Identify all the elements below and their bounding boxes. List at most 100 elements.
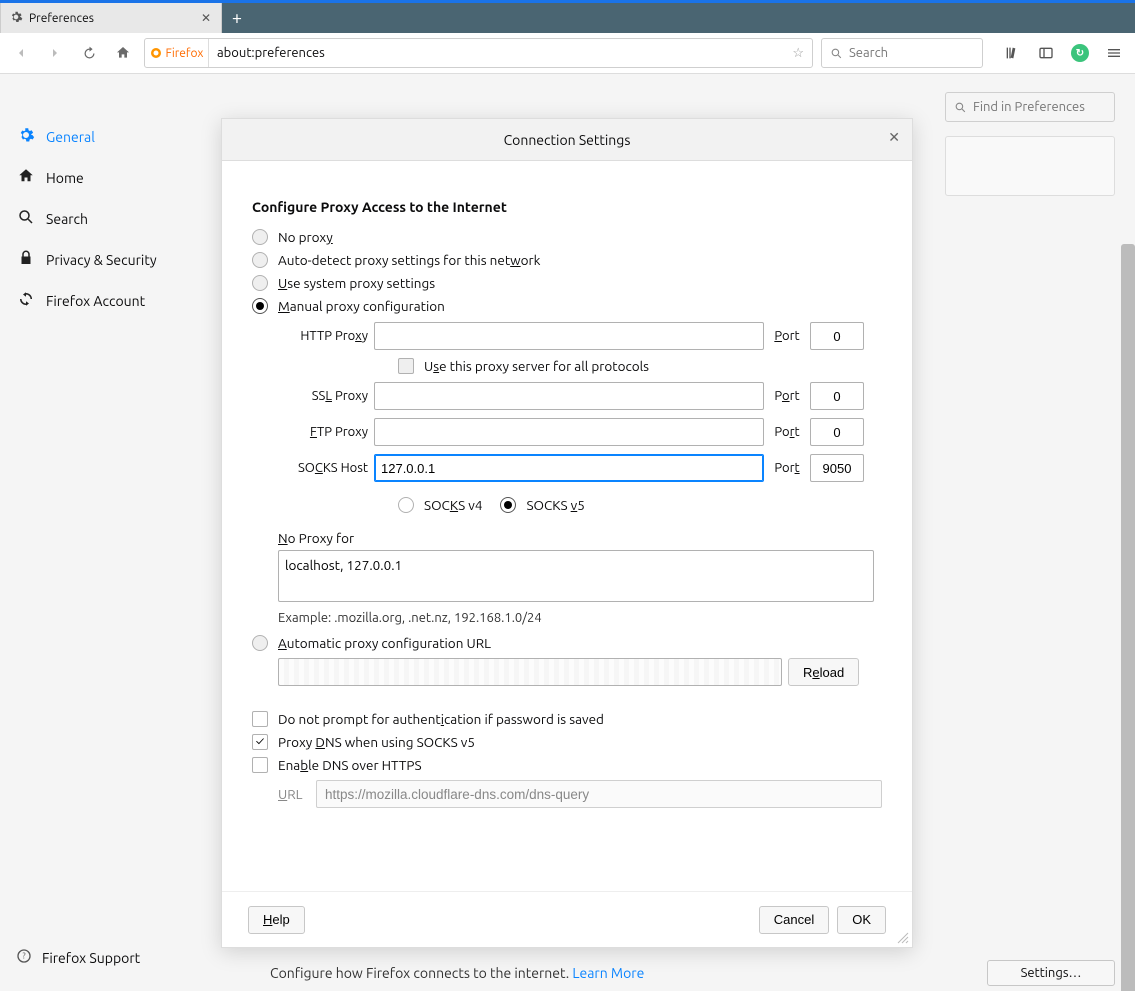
ftp-port-input[interactable] xyxy=(810,418,864,446)
ssl-port-input[interactable] xyxy=(810,382,864,410)
url-bar[interactable]: Firefox about:preferences ☆ xyxy=(144,38,813,68)
identity-label: Firefox xyxy=(166,47,204,60)
new-tab-button[interactable]: + xyxy=(222,8,252,28)
close-tab-icon[interactable]: ✕ xyxy=(199,9,213,27)
port-label: Port xyxy=(770,329,804,343)
doh-url-label: URL xyxy=(278,786,306,802)
reload-button[interactable] xyxy=(76,40,102,66)
radio-label: SOCKS v5 xyxy=(526,497,584,513)
dialog-heading: Configure Proxy Access to the Internet xyxy=(252,199,882,215)
network-config-text: Configure how Firefox connects to the in… xyxy=(270,965,644,981)
socks-host-label: SOCKS Host xyxy=(278,461,368,475)
identity-badge: Firefox xyxy=(145,39,209,67)
sidebar-label: Home xyxy=(46,170,84,186)
home-button[interactable] xyxy=(110,40,136,66)
home-icon xyxy=(16,167,36,188)
proxydns-checkbox[interactable] xyxy=(252,734,268,750)
gear-icon xyxy=(9,10,23,27)
nav-bar: Firefox about:preferences ☆ Search ↻ xyxy=(0,33,1135,74)
radio-socks-v5[interactable] xyxy=(500,497,516,513)
check-label: Enable DNS over HTTPS xyxy=(278,757,422,773)
svg-text:?: ? xyxy=(22,952,25,961)
settings-button[interactable]: Settings… xyxy=(987,960,1115,986)
doh-url-input[interactable] xyxy=(316,780,882,808)
port-label: Port xyxy=(770,389,804,403)
use-all-label: Use this proxy server for all protocols xyxy=(424,358,649,374)
background-card xyxy=(945,136,1115,196)
back-button[interactable] xyxy=(8,40,34,66)
search-placeholder: Search xyxy=(849,46,888,60)
dialog-header: Connection Settings ✕ xyxy=(222,119,912,161)
connection-settings-dialog: Connection Settings ✕ Configure Proxy Ac… xyxy=(221,118,913,948)
radio-system[interactable] xyxy=(252,275,268,291)
radio-label: Automatic proxy configuration URL xyxy=(278,635,491,651)
enabledoh-checkbox[interactable] xyxy=(252,757,268,773)
ftp-host-input[interactable] xyxy=(374,418,764,446)
check-label: Do not prompt for authentication if pass… xyxy=(278,711,604,727)
radio-label: No proxy xyxy=(278,229,333,245)
tab-bar: Preferences ✕ + xyxy=(0,0,1135,33)
url-text: about:preferences xyxy=(209,46,784,60)
http-host-input[interactable] xyxy=(374,322,764,350)
radio-label: Manual proxy configuration xyxy=(278,298,445,314)
pac-url-input[interactable] xyxy=(278,658,782,686)
help-button[interactable]: Help xyxy=(248,906,305,934)
radio-label: Use system proxy settings xyxy=(278,275,435,291)
find-in-preferences[interactable]: Find in Preferences xyxy=(945,92,1115,122)
reload-button[interactable]: Reload xyxy=(788,658,859,686)
forward-button[interactable] xyxy=(42,40,68,66)
sync-icon xyxy=(16,290,36,311)
tab-title: Preferences xyxy=(29,12,94,25)
dialog-footer: Help Cancel OK xyxy=(222,891,912,947)
no-proxy-label: No Proxy for xyxy=(278,530,882,546)
sidebar-label: Privacy & Security xyxy=(46,252,157,268)
http-port-input[interactable] xyxy=(810,322,864,350)
ssl-host-input[interactable] xyxy=(374,382,764,410)
http-proxy-label: HTTP Proxy xyxy=(278,329,368,343)
ssl-proxy-label: SSL Proxy xyxy=(278,389,368,403)
find-placeholder: Find in Preferences xyxy=(973,100,1085,114)
sidebar-label: General xyxy=(46,129,95,145)
scrollbar[interactable] xyxy=(1121,244,1135,991)
sidebar-item-home[interactable]: Home xyxy=(0,157,222,198)
sidebar-label: Search xyxy=(46,211,88,227)
check-label: Proxy DNS when using SOCKS v5 xyxy=(278,734,475,750)
no-proxy-textarea[interactable] xyxy=(278,550,874,602)
radio-label: SOCKS v4 xyxy=(424,497,482,513)
cancel-button[interactable]: Cancel xyxy=(759,906,829,934)
sidebar-item-account[interactable]: Firefox Account xyxy=(0,280,222,321)
sidebar-item-search[interactable]: Search xyxy=(0,198,222,239)
bookmark-star-icon[interactable]: ☆ xyxy=(784,46,812,61)
socks-port-input[interactable] xyxy=(810,454,864,482)
sidebar-icon[interactable] xyxy=(1033,40,1059,66)
use-all-checkbox[interactable] xyxy=(398,358,414,374)
library-icon[interactable] xyxy=(999,40,1025,66)
menu-icon[interactable] xyxy=(1101,40,1127,66)
ftp-proxy-label: FTP Proxy xyxy=(278,425,368,439)
addon-icon[interactable]: ↻ xyxy=(1067,40,1093,66)
radio-pac[interactable] xyxy=(252,635,268,651)
lock-icon xyxy=(16,249,36,270)
sidebar-item-general[interactable]: General xyxy=(0,116,222,157)
port-label: Port xyxy=(770,461,804,475)
radio-manual[interactable] xyxy=(252,298,268,314)
radio-auto-detect[interactable] xyxy=(252,252,268,268)
sidebar-item-privacy[interactable]: Privacy & Security xyxy=(0,239,222,280)
radio-no-proxy[interactable] xyxy=(252,229,268,245)
search-bar[interactable]: Search xyxy=(821,38,983,68)
ok-button[interactable]: OK xyxy=(837,906,886,934)
radio-socks-v4[interactable] xyxy=(398,497,414,513)
close-dialog-icon[interactable]: ✕ xyxy=(888,129,900,146)
sidebar: General Home Search Privacy & Security F… xyxy=(0,74,222,991)
example-text: Example: .mozilla.org, .net.nz, 192.168.… xyxy=(278,611,882,625)
resize-grip-icon[interactable] xyxy=(896,931,910,945)
help-icon: ? xyxy=(16,948,32,967)
sidebar-footer-label: Firefox Support xyxy=(42,950,140,966)
gear-icon xyxy=(16,126,36,147)
browser-tab[interactable]: Preferences ✕ xyxy=(0,3,222,33)
noprompt-checkbox[interactable] xyxy=(252,711,268,727)
learn-more-link[interactable]: Learn More xyxy=(572,965,644,981)
sidebar-footer[interactable]: ? Firefox Support xyxy=(16,948,140,967)
socks-host-input[interactable] xyxy=(374,454,764,482)
radio-label: Auto-detect proxy settings for this netw… xyxy=(278,252,540,268)
